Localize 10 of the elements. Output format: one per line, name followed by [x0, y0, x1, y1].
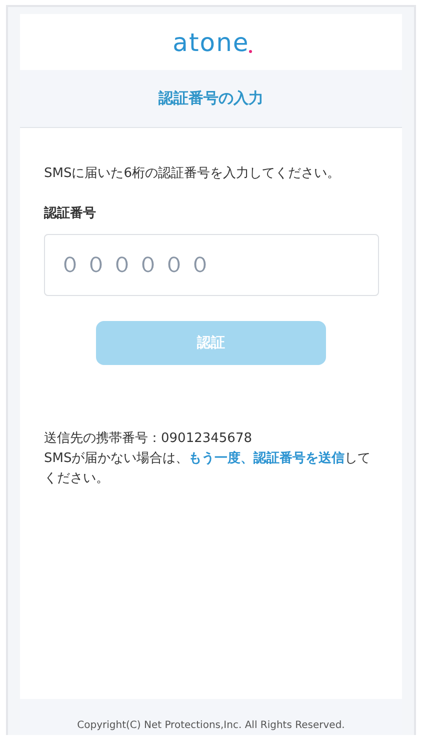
page-title: 認証番号の入力	[158, 89, 264, 108]
code-input-field[interactable]: ００００００	[44, 234, 379, 296]
logo: atone	[172, 30, 250, 54]
field-label: 認証番号	[44, 205, 97, 222]
resend-text: SMSが届かない場合は、もう一度、認証番号を送信してください。	[44, 450, 372, 488]
copyright-text: Copyright(C) Net Protections,Inc. All Rights Reserved.	[77, 720, 345, 731]
resend-link[interactable]: もう一度、認証番号を送信	[188, 451, 345, 466]
dot-icon	[249, 50, 252, 52]
phone-number-text: 送信先の携帯番号：09012345678	[44, 430, 253, 448]
instruction-text: SMSに届いた6桁の認証番号を入力してください。	[44, 165, 341, 182]
